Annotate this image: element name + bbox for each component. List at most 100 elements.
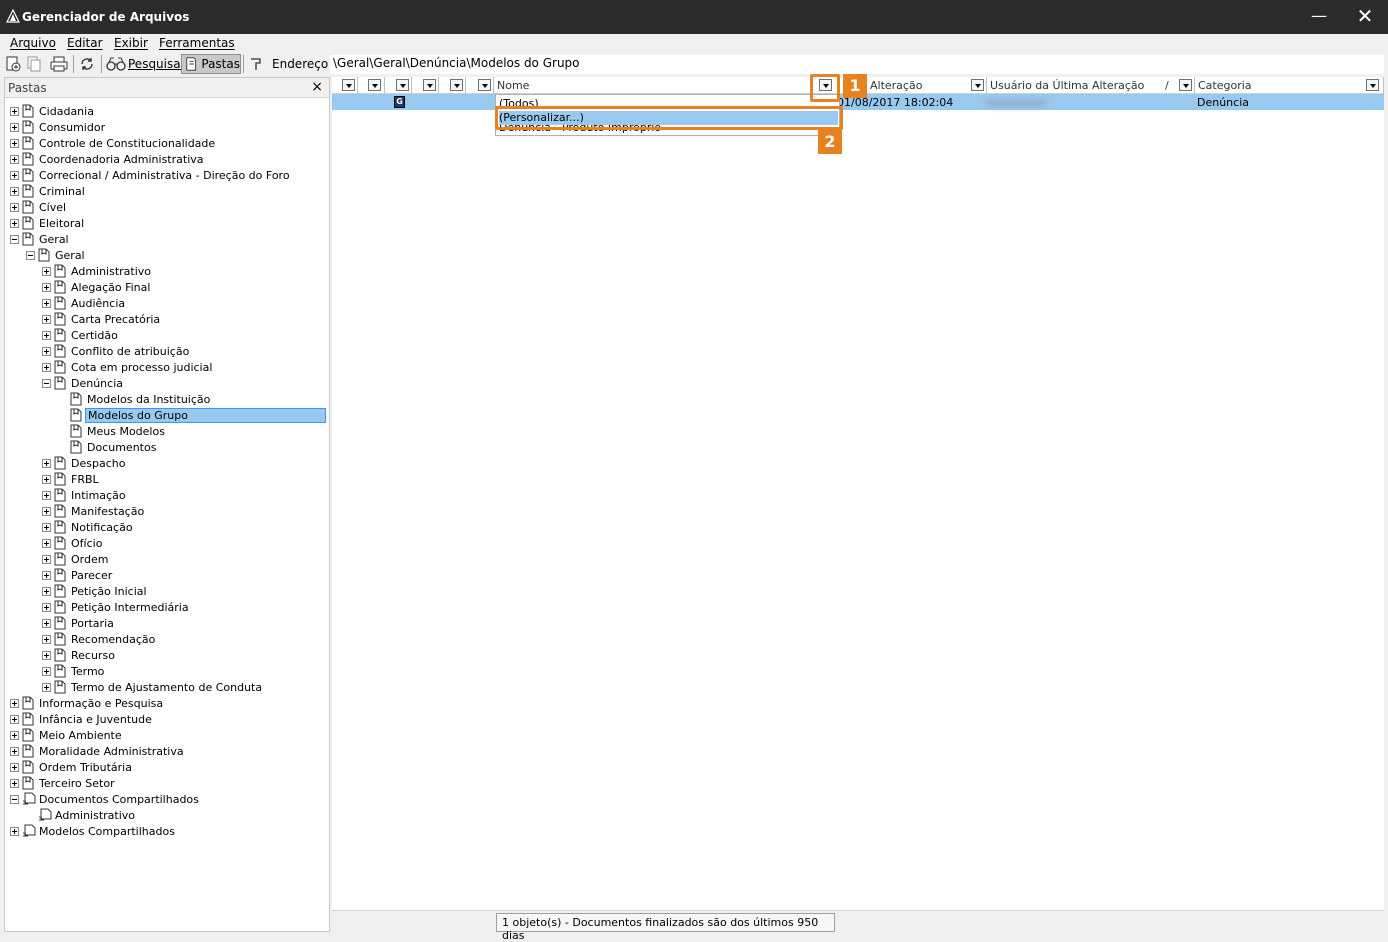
tree-item[interactable]: Meio Ambiente	[10, 727, 124, 743]
expand-icon[interactable]	[10, 762, 19, 772]
tree-item[interactable]: Cota em processo judicial	[42, 359, 214, 375]
tree-item[interactable]: Administrativo	[42, 263, 153, 279]
tree-item[interactable]: Modelos Compartilhados	[10, 823, 177, 839]
tree-item[interactable]: Geral	[10, 231, 71, 247]
expand-icon[interactable]	[42, 522, 51, 532]
tree-item[interactable]: Administrativo	[26, 807, 137, 823]
tree-item[interactable]: Moralidade Administrativa	[10, 743, 186, 759]
expand-icon[interactable]	[10, 138, 19, 148]
address-input[interactable]: \Geral\Geral\Denúncia\Modelos do Grupo	[330, 55, 1384, 74]
filter-dropdown-icon[interactable]	[368, 79, 381, 91]
expand-icon[interactable]	[42, 634, 51, 644]
expand-icon[interactable]	[10, 122, 19, 132]
tree-item[interactable]: Termo de Ajustamento de Conduta	[42, 679, 264, 695]
tree-item[interactable]: Ofício	[42, 535, 104, 551]
close-pane-button[interactable]: ×	[311, 79, 323, 95]
expand-icon[interactable]	[42, 362, 51, 372]
tree-item[interactable]: Parecer	[42, 567, 114, 583]
tree-item[interactable]: Termo	[42, 663, 106, 679]
tree-item[interactable]: Coordenadoria Administrativa	[10, 151, 206, 167]
filter-dropdown-icon[interactable]	[342, 79, 355, 91]
menu-exibir[interactable]: Exibir	[114, 36, 148, 50]
expand-icon[interactable]	[42, 314, 51, 324]
expand-icon[interactable]	[10, 714, 19, 724]
tree-item[interactable]: Intimação	[42, 487, 128, 503]
expand-icon[interactable]	[42, 458, 51, 468]
expand-icon[interactable]	[10, 106, 19, 116]
expand-icon[interactable]	[42, 554, 51, 564]
tree-item[interactable]: Recomendação	[42, 631, 157, 647]
filter-dropdown-icon[interactable]	[450, 79, 463, 91]
tree-item[interactable]: Petição Intermediária	[42, 599, 191, 615]
copy-button[interactable]	[25, 54, 43, 74]
tree-item[interactable]: Geral	[26, 247, 87, 263]
expand-icon[interactable]	[42, 618, 51, 628]
usuario-filter-dropdown-icon[interactable]	[1179, 79, 1192, 91]
expand-icon[interactable]	[42, 586, 51, 596]
minimize-button[interactable]: —	[1296, 0, 1342, 34]
alteracao-filter-dropdown-icon[interactable]	[971, 79, 984, 91]
refresh-button[interactable]	[78, 54, 96, 74]
tree-item[interactable]: Certidão	[42, 327, 120, 343]
collapse-icon[interactable]	[10, 794, 19, 804]
expand-icon[interactable]	[42, 506, 51, 516]
menu-arquivo[interactable]: Arquivo	[10, 36, 56, 50]
expand-icon[interactable]	[10, 202, 19, 212]
menu-ferramentas[interactable]: Ferramentas	[159, 36, 235, 50]
tree-item[interactable]: Audiência	[42, 295, 127, 311]
expand-icon[interactable]	[10, 730, 19, 740]
tree-item[interactable]: Modelos da Instituição	[58, 391, 212, 407]
expand-icon[interactable]	[10, 826, 19, 836]
tree-item[interactable]: Criminal	[10, 183, 87, 199]
expand-icon[interactable]	[42, 602, 51, 612]
expand-icon[interactable]	[42, 538, 51, 548]
print-button[interactable]	[49, 54, 69, 74]
tree-item[interactable]: Consumidor	[10, 119, 107, 135]
tree-item[interactable]: Denúncia	[42, 375, 125, 391]
tree-item[interactable]: Correcional / Administrativa - Direção d…	[10, 167, 292, 183]
address-button[interactable]: Endereço	[248, 54, 328, 74]
tree-item[interactable]: Controle de Constitucionalidade	[10, 135, 217, 151]
filter-dropdown-icon[interactable]	[396, 79, 409, 91]
column-header-usuario[interactable]: Usuário da Última Alteração /	[987, 77, 1195, 94]
expand-icon[interactable]	[42, 298, 51, 308]
expand-icon[interactable]	[10, 746, 19, 756]
expand-icon[interactable]	[42, 266, 51, 276]
tree-item[interactable]: Terceiro Setor	[10, 775, 117, 791]
collapse-icon[interactable]	[10, 234, 19, 244]
expand-icon[interactable]	[42, 330, 51, 340]
tree-item[interactable]: Infância e Juventude	[10, 711, 154, 727]
tree-item[interactable]: Documentos Compartilhados	[10, 791, 201, 807]
tree-item[interactable]: Ordem Tributária	[10, 759, 134, 775]
expand-icon[interactable]	[42, 490, 51, 500]
tree-item[interactable]: Manifestação	[42, 503, 146, 519]
expand-icon[interactable]	[42, 346, 51, 356]
tree-item[interactable]: Conflito de atribuição	[42, 343, 191, 359]
menu-editar[interactable]: Editar	[67, 36, 103, 50]
expand-icon[interactable]	[42, 570, 51, 580]
expand-icon[interactable]	[10, 170, 19, 180]
expand-icon[interactable]	[42, 666, 51, 676]
tree-item[interactable]: Notificação	[42, 519, 135, 535]
filter-dropdown-icon[interactable]	[423, 79, 436, 91]
column-header-categoria[interactable]: Categoria	[1195, 77, 1384, 94]
tree-item[interactable]: Informação e Pesquisa	[10, 695, 165, 711]
tree-item[interactable]: Meus Modelos	[58, 423, 167, 439]
expand-icon[interactable]	[42, 682, 51, 692]
tree-item[interactable]: Carta Precatória	[42, 311, 162, 327]
expand-icon[interactable]	[42, 650, 51, 660]
tree-item[interactable]: Modelos do Grupo	[58, 407, 326, 423]
tree-item[interactable]: Documentos	[58, 439, 158, 455]
close-window-button[interactable]: ✕	[1342, 0, 1388, 34]
expand-icon[interactable]	[42, 474, 51, 484]
tree-item[interactable]: Cidadania	[10, 103, 96, 119]
collapse-icon[interactable]	[26, 250, 35, 260]
tree-item[interactable]: Alegação Final	[42, 279, 152, 295]
new-file-button[interactable]	[4, 54, 22, 74]
column-header-alteracao[interactable]: Alteração	[848, 77, 987, 94]
column-header-nome[interactable]: Nome	[494, 77, 840, 94]
tree-item[interactable]: Petição Inicial	[42, 583, 149, 599]
expand-icon[interactable]	[10, 778, 19, 788]
tree-item[interactable]: Ordem	[42, 551, 110, 567]
expand-icon[interactable]	[10, 186, 19, 196]
